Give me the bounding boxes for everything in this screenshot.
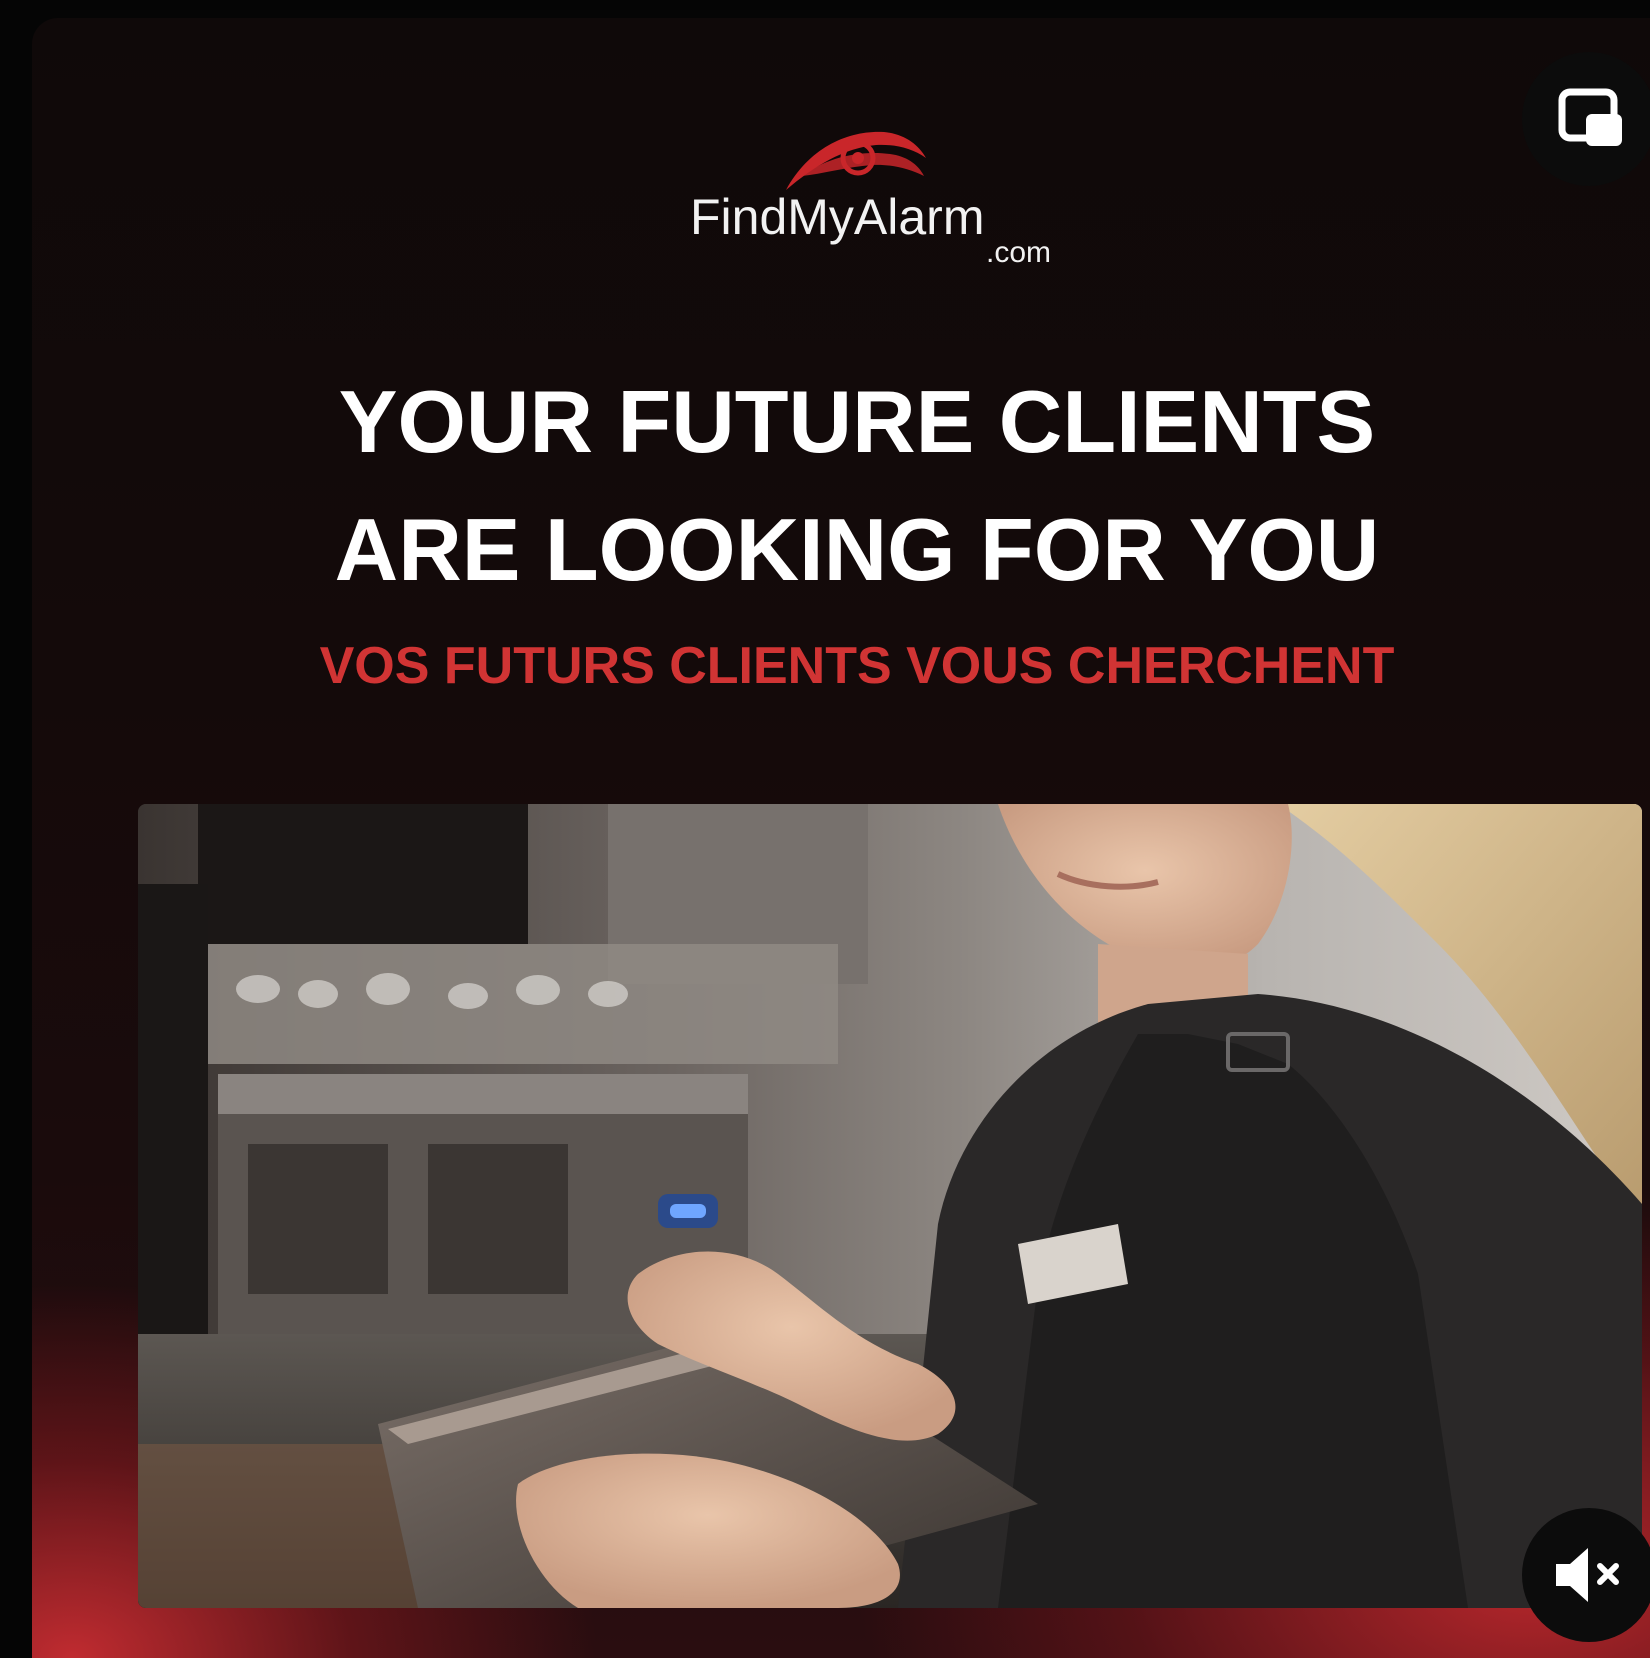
picture-in-picture-icon: [1558, 88, 1622, 146]
headline-line-1: YOUR FUTURE CLIENTS: [338, 372, 1376, 471]
photo-illustration: [138, 804, 1642, 1608]
headline: YOUR FUTURE CLIENTS ARE LOOKING FOR YOU: [32, 358, 1650, 614]
headline-line-2: ARE LOOKING FOR YOU: [334, 500, 1380, 599]
subheadline-french: VOS FUTURS CLIENTS VOUS CHERCHENT: [319, 637, 1395, 695]
picture-in-picture-button[interactable]: [1522, 52, 1650, 186]
video-frame: FindMyAlarm .com YOUR FUTURE CLIENTS ARE…: [32, 18, 1650, 1658]
findmyalarm-logo: FindMyAlarm .com: [690, 128, 1070, 278]
logo-wordmark: FindMyAlarm: [690, 189, 985, 245]
mute-toggle-button[interactable]: [1522, 1508, 1650, 1642]
logo-domain-suffix: .com: [986, 236, 1052, 269]
speaker-muted-icon: [1556, 1548, 1619, 1602]
eye-icon: [786, 131, 926, 190]
barista-tablet-photo: [138, 804, 1642, 1608]
